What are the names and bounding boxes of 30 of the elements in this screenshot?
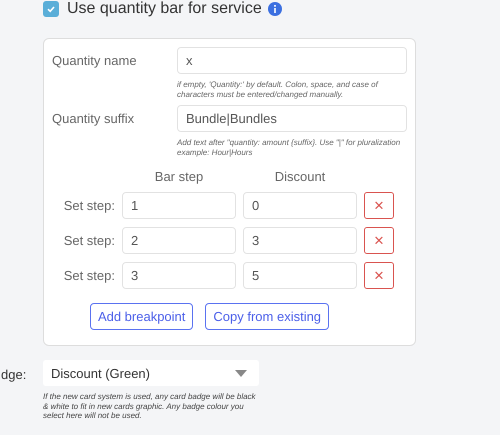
help-text: Add text after "quantity: amount {suffix}. Use "|" for pluralization example: Hour|Hours [177, 138, 402, 158]
field-label: Quantity name [52, 52, 138, 70]
checkbox-label: Use quantity bar for service [67, 0, 262, 18]
row-label: Set step: [62, 268, 115, 284]
field-label: dge: [1, 366, 28, 384]
text-field[interactable]: x [177, 47, 407, 74]
bar-step-field[interactable]: 3 [122, 262, 236, 290]
outline-button[interactable]: Add breakpoint [90, 303, 194, 330]
help-text: If the new card system is used, any card badge will be black & white to fit in new cards graphic. Any badge colour you select here will not be used. [43, 392, 257, 421]
row-label: Set step: [62, 198, 115, 214]
field-label: Quantity suffix [52, 110, 136, 128]
bar-step-field[interactable]: 1 [122, 192, 236, 220]
column-header: Discount [274, 169, 326, 184]
outline-button[interactable]: Copy from existing [205, 303, 330, 330]
discount-field[interactable]: 3 [243, 227, 357, 254]
help-text: if empty, 'Quantity:' by default. Colon, space, and case of characters must be entered/changed manually. [177, 80, 380, 100]
column-header: Bar step [154, 169, 204, 184]
delete-button[interactable]: × [364, 192, 394, 220]
caret-icon [235, 370, 247, 376]
info-icon[interactable] [268, 2, 282, 16]
checkmark-icon [46, 4, 56, 14]
discount-field[interactable]: 5 [243, 262, 357, 290]
badge-dropdown[interactable]: Discount (Green) [43, 360, 259, 386]
row-label: Set step: [62, 233, 115, 248]
discount-field[interactable]: 0 [243, 192, 357, 220]
checkbox[interactable] [43, 1, 59, 17]
delete-button[interactable]: × [364, 262, 394, 290]
delete-button[interactable]: × [364, 227, 394, 254]
text-field[interactable]: Bundle|Bundles [177, 105, 407, 132]
bar-step-field[interactable]: 2 [122, 227, 236, 254]
